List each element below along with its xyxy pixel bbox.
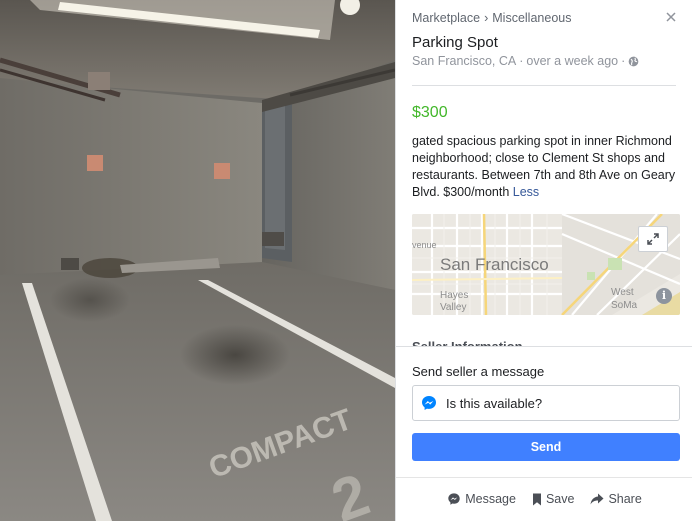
map-label-hayes: Hayes <box>440 290 469 301</box>
map-label-west: West <box>611 287 634 298</box>
actions-divider <box>396 477 692 478</box>
map-city-label: San Francisco <box>440 255 549 274</box>
listing-details-panel: Marketplace › Miscellaneous Parking Spot S… <box>395 0 692 521</box>
breadcrumb-separator: › <box>484 11 489 25</box>
listing-price: $300 <box>412 104 448 121</box>
listing-posted-time: over a week ago <box>526 54 619 68</box>
bookmark-icon <box>532 493 541 505</box>
breadcrumb-category-link[interactable]: Miscellaneous <box>492 11 571 25</box>
meta-separator: · <box>621 54 626 68</box>
map-info-icon[interactable]: i <box>656 288 672 304</box>
breadcrumb: Marketplace › Miscellaneous <box>412 11 571 25</box>
location-map[interactable]: venue San Francisco Hayes Valley West So… <box>412 214 680 315</box>
message-input[interactable]: Is this available? <box>412 385 680 421</box>
listing-photo[interactable]: COMPACT 2 <box>0 0 395 521</box>
send-button[interactable]: Send <box>412 433 680 461</box>
save-label: Save <box>545 492 575 506</box>
listing-title: Parking Spot <box>412 34 498 51</box>
share-button[interactable]: Share <box>590 492 642 506</box>
meta-separator: · <box>519 54 524 68</box>
globe-icon <box>628 56 639 66</box>
breadcrumb-marketplace-link[interactable]: Marketplace <box>412 11 480 25</box>
map-expand-button[interactable] <box>638 226 668 252</box>
message-action-label: Message <box>465 492 516 506</box>
share-arrow-icon <box>590 493 604 505</box>
parking-garage-image: COMPACT 2 <box>0 0 395 521</box>
expand-icon <box>647 233 659 245</box>
listing-meta: San Francisco, CA · over a week ago · <box>412 54 639 68</box>
message-bubble-icon <box>448 493 460 505</box>
messenger-icon <box>422 396 436 410</box>
map-label-soma: SoMa <box>611 300 638 311</box>
message-seller-section: Send seller a message Is this available?… <box>396 346 692 521</box>
message-label: Send seller a message <box>412 364 545 379</box>
section-divider <box>412 85 676 86</box>
listing-description: gated spacious parking spot in inner Ric… <box>412 133 682 201</box>
map-label-valley: Valley <box>440 302 467 313</box>
listing-location[interactable]: San Francisco, CA <box>412 54 516 68</box>
map-label-venue: venue <box>412 240 437 250</box>
close-icon[interactable] <box>664 10 678 24</box>
save-button[interactable]: Save <box>532 492 575 506</box>
description-text: gated spacious parking spot in inner Ric… <box>412 134 676 199</box>
less-link[interactable]: Less <box>513 185 539 199</box>
listing-actions: Message Save Share <box>396 492 692 506</box>
share-label: Share <box>608 492 642 506</box>
message-action-button[interactable]: Message <box>447 492 516 506</box>
message-input-value: Is this available? <box>446 395 543 411</box>
